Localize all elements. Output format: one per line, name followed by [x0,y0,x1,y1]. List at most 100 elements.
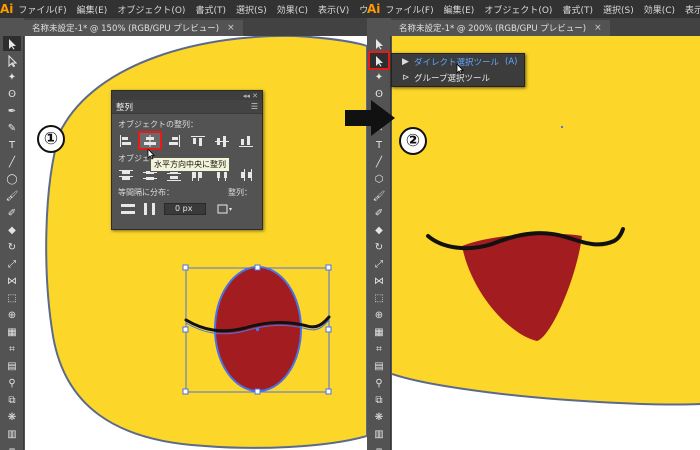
menu-select[interactable]: 選択(S) [231,3,272,16]
direct-selection-tool-icon-right[interactable] [368,51,390,70]
polygon-tool-icon-right[interactable]: ⬡ [370,172,388,187]
menu-object[interactable]: オブジェクト(O) [112,3,190,16]
artboard-canvas-right[interactable] [392,36,700,450]
menu-effect-right[interactable]: 効果(C) [639,3,680,16]
free-transform-icon[interactable]: ⬚ [3,291,21,306]
align-bottom-icon[interactable] [236,133,256,148]
cursor-icon-right [456,64,464,75]
lasso-icon[interactable]: ʘ [3,87,21,102]
panel-titlebar[interactable]: ◂◂ ✕ [112,91,262,100]
eraser-icon[interactable]: ◆ [3,223,21,238]
menu-view-right[interactable]: 表示(V) [680,3,700,16]
align-to-dropdown-icon[interactable] [216,201,236,216]
pen-tool-icon[interactable]: ✒ [3,104,21,119]
paintbrush-icon-right[interactable]: 🖌 [370,189,388,204]
align-top-icon[interactable] [188,133,208,148]
eraser-icon-right[interactable]: ◆ [370,223,388,238]
ellipse-tool-icon[interactable]: ◯ [3,172,21,187]
handle-tr[interactable] [325,264,332,271]
handle-tc[interactable] [254,264,261,271]
align-panel-tab[interactable]: 整列 [116,101,133,113]
handle-tl[interactable] [182,264,189,271]
menu-edit-right[interactable]: 編集(E) [439,3,480,16]
spacing-header: 等間隔に分布： 整列： [118,187,262,198]
artboard-tool-icon-right[interactable]: ⧈ [370,444,388,450]
eyedropper-icon[interactable]: ⚲ [3,376,21,391]
type-tool-icon-right[interactable]: T [370,138,388,153]
distribute-hspace-icon[interactable] [140,201,160,216]
menu-file-right[interactable]: ファイル(F) [380,3,438,16]
align-left-icon[interactable] [116,133,136,148]
close-tab-icon[interactable]: × [227,23,235,33]
shaper-tool-icon[interactable]: ✐ [3,206,21,221]
magic-wand-icon[interactable]: ✦ [3,70,21,85]
line-tool-icon-right[interactable]: ╱ [370,155,388,170]
align-vertical-center-icon[interactable] [212,133,232,148]
align-to-label: 整列： [228,188,252,197]
gradient-tool-icon-right[interactable]: ▤ [370,359,388,374]
distribute-top-icon[interactable] [116,167,136,182]
distribute-vspace-icon[interactable] [118,201,138,216]
symbol-sprayer-icon-right[interactable]: ❋ [370,410,388,425]
distribute-right-icon[interactable] [236,167,256,182]
handle-br[interactable] [325,388,332,395]
rotate-tool-icon-right[interactable]: ↻ [370,240,388,255]
step-one-marker: ① [37,125,65,153]
shaper-tool-icon-right[interactable]: ✐ [370,206,388,221]
perspective-grid-icon[interactable]: ▦ [3,325,21,340]
scale-tool-icon[interactable]: ⤢ [3,257,21,272]
magic-wand-icon-right[interactable]: ✦ [370,70,388,85]
menu-select-right[interactable]: 選択(S) [598,3,639,16]
left-window: Ai ファイル(F) 編集(E) オブジェクト(O) 書式(T) 選択(S) 効… [0,0,367,450]
selection-tool-icon-right[interactable] [370,36,388,51]
graph-tool-icon-right[interactable]: ▥ [370,427,388,442]
handle-mr[interactable] [325,326,332,333]
type-tool-icon[interactable]: T [3,138,21,153]
blend-tool-icon[interactable]: ⧉ [3,393,21,408]
handle-bc[interactable] [254,388,261,395]
menu-effect[interactable]: 効果(C) [272,3,313,16]
face-shape-zoomed [392,36,700,405]
width-tool-icon[interactable]: ⋈ [3,274,21,289]
menu-edit[interactable]: 編集(E) [72,3,113,16]
align-right-icon[interactable] [164,133,184,148]
shape-builder-icon-right[interactable]: ⊕ [370,308,388,323]
panel-menu-icon[interactable]: ☰ [251,102,258,111]
paintbrush-icon[interactable]: 🖌 [3,189,21,204]
menu-type[interactable]: 書式(T) [190,3,231,16]
blend-tool-icon-right[interactable]: ⧉ [370,393,388,408]
line-tool-icon[interactable]: ╱ [3,155,21,170]
menu-view[interactable]: 表示(V) [313,3,354,16]
graph-tool-icon[interactable]: ▥ [3,427,21,442]
perspective-grid-icon-right[interactable]: ▦ [370,325,388,340]
mesh-tool-icon[interactable]: ⌗ [3,342,21,357]
menu-window[interactable]: ウ [354,3,367,16]
selection-tool-icon[interactable] [3,36,21,51]
transition-arrow-icon [345,100,395,136]
shape-builder-icon[interactable]: ⊕ [3,308,21,323]
symbol-sprayer-icon[interactable]: ❋ [3,410,21,425]
width-tool-icon-right[interactable]: ⋈ [370,274,388,289]
artboard-tool-icon[interactable]: ⧈ [3,444,21,450]
menu-file[interactable]: ファイル(F) [13,3,71,16]
eyedropper-icon-right[interactable]: ⚲ [370,376,388,391]
gradient-tool-icon[interactable]: ▤ [3,359,21,374]
direct-selection-tool-icon[interactable] [3,53,21,68]
menu-object-right[interactable]: オブジェクト(O) [479,3,557,16]
scale-tool-icon-right[interactable]: ⤢ [370,257,388,272]
mesh-tool-icon-right[interactable]: ⌗ [370,342,388,357]
close-tab-icon-right[interactable]: × [594,23,602,33]
free-transform-icon-right[interactable]: ⬚ [370,291,388,306]
flyout-item-label: グループ選択ツール [414,74,490,84]
document-tab-right[interactable]: 名称未設定-1* @ 200% (RGB/GPU プレビュー) × [391,20,610,36]
handle-ml[interactable] [182,326,189,333]
align-horizontal-center-icon[interactable] [138,131,162,150]
face-artwork-zoomed [392,36,700,406]
panel-header: 整列 ☰ [112,100,262,114]
handle-bl[interactable] [182,388,189,395]
rotate-tool-icon[interactable]: ↻ [3,240,21,255]
curvature-tool-icon[interactable]: ✎ [3,121,21,136]
document-tab[interactable]: 名称未設定-1* @ 150% (RGB/GPU プレビュー) × [24,20,243,36]
menu-type-right[interactable]: 書式(T) [557,3,598,16]
spacing-value-input[interactable]: 0 px [164,202,206,215]
